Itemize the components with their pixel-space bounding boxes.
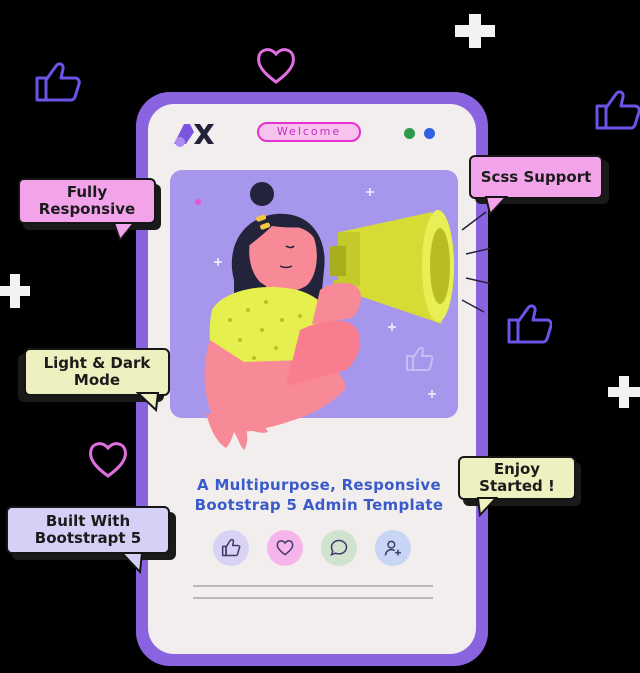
callout-line-2: Bootstrapt 5 xyxy=(34,529,142,547)
hero-illustration xyxy=(195,182,490,450)
callout-line-2: Mode xyxy=(73,371,121,389)
thumbs-up-icon xyxy=(507,304,552,344)
heart-icon xyxy=(89,442,127,478)
callout-line-1: Built With xyxy=(45,512,131,530)
welcome-badge[interactable]: Welcome xyxy=(257,122,361,142)
callout-tail xyxy=(476,497,498,517)
divider-line xyxy=(193,585,433,587)
callout-line-1: Enjoy xyxy=(493,460,541,478)
headline: A Multipurpose, Responsive Bootstrap 5 A… xyxy=(176,475,462,515)
sparkle-icon xyxy=(455,14,495,48)
thumbs-up-icon xyxy=(595,90,640,130)
chat-icon xyxy=(330,539,348,556)
thumbs-up-icon xyxy=(35,62,81,102)
add-user-icon xyxy=(384,540,401,556)
callout-fully-responsive: Fully Responsive xyxy=(18,178,156,224)
status-dot-green xyxy=(404,128,415,139)
like-button[interactable] xyxy=(213,530,249,566)
callout-line-2: Started ! xyxy=(479,477,555,495)
callout-line-2: Responsive xyxy=(38,200,136,218)
add-user-button[interactable] xyxy=(375,530,411,566)
callout-line-1: Light & Dark xyxy=(43,354,151,372)
logo xyxy=(174,124,214,147)
favorite-button[interactable] xyxy=(267,530,303,566)
callout-tail xyxy=(120,552,144,574)
sparkle-icon xyxy=(0,274,30,308)
thumbs-up-icon xyxy=(221,538,241,557)
sparkle-icon xyxy=(608,376,640,408)
headline-line-1: A Multipurpose, Responsive xyxy=(197,476,441,494)
callout-line-1: Fully xyxy=(66,183,108,201)
divider-line xyxy=(193,597,433,599)
callout-built-with-bootstrap: Built With Bootstrapt 5 xyxy=(6,506,170,554)
callout-light-dark-mode: Light & Dark Mode xyxy=(24,348,170,396)
heart-icon xyxy=(257,48,295,84)
callout-tail xyxy=(484,196,508,216)
callout-line-1: Scss Support xyxy=(480,167,592,186)
callout-scss-support: Scss Support xyxy=(469,155,603,199)
callout-tail xyxy=(112,222,136,242)
comment-button[interactable] xyxy=(321,530,357,566)
callout-enjoy-started: Enjoy Started ! xyxy=(458,456,576,500)
status-dot-blue xyxy=(424,128,435,139)
callout-tail xyxy=(136,392,160,412)
headline-line-2: Bootstrap 5 Admin Template xyxy=(194,496,444,514)
heart-icon xyxy=(276,540,294,556)
action-bar xyxy=(213,530,413,568)
